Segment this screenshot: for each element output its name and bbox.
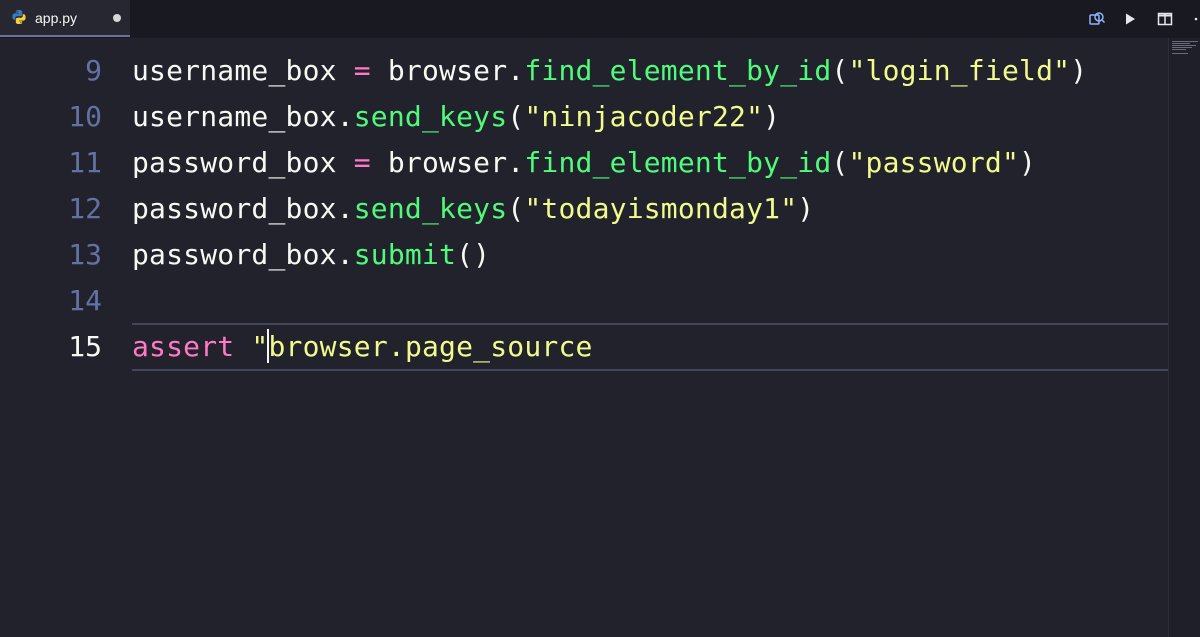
code-token: " bbox=[234, 330, 269, 363]
compare-icon[interactable] bbox=[1087, 9, 1107, 29]
line-number: 14 bbox=[68, 284, 102, 317]
code-token: () bbox=[456, 238, 491, 271]
minimap-line bbox=[1172, 49, 1186, 50]
code-token: submit bbox=[353, 238, 457, 271]
code-token: ) bbox=[1019, 146, 1037, 179]
code-token: "todayismonday1" bbox=[524, 192, 798, 225]
python-icon bbox=[11, 9, 27, 25]
code-line[interactable]: 15 assert "browser.page_source bbox=[0, 324, 1168, 370]
code-token: "ninjacoder22" bbox=[524, 100, 764, 133]
minimap-line bbox=[1172, 47, 1192, 48]
code-token: ( bbox=[507, 100, 525, 133]
tab-app-py[interactable]: app.py bbox=[0, 0, 130, 37]
line-number: 12 bbox=[68, 192, 102, 225]
code-text[interactable]: username_box.send_keys("ninjacoder22") bbox=[132, 94, 780, 140]
code-token: "password" bbox=[848, 146, 1020, 179]
split-editor-icon[interactable] bbox=[1155, 9, 1175, 29]
code-token: ( bbox=[831, 146, 849, 179]
line-number: 10 bbox=[68, 100, 102, 133]
line-number: 11 bbox=[68, 146, 102, 179]
line-number: 13 bbox=[68, 238, 102, 271]
code-line[interactable]: 13 password_box.submit() bbox=[0, 232, 1168, 278]
tab-bar: app.py bbox=[0, 0, 1200, 38]
code-token: send_keys bbox=[353, 192, 508, 225]
code-token: ( bbox=[831, 54, 849, 87]
code-token: browser.page_source bbox=[268, 330, 593, 363]
code-token: ) bbox=[1070, 54, 1088, 87]
code-line[interactable]: 12 password_box.send_keys("todayismonday1… bbox=[0, 186, 1168, 232]
code-token: browser. bbox=[370, 146, 525, 179]
code-editor[interactable]: 9 username_box = browser.find_element_by_… bbox=[0, 38, 1168, 637]
code-token: ) bbox=[797, 192, 815, 225]
code-text[interactable]: password_box = browser.find_element_by_i… bbox=[132, 140, 1036, 186]
code-line[interactable]: 9 username_box = browser.find_element_by_… bbox=[0, 48, 1168, 94]
code-token: browser. bbox=[370, 54, 525, 87]
code-token: password_box bbox=[132, 146, 354, 179]
code-token: username_box bbox=[132, 54, 354, 87]
code-token: password_box. bbox=[132, 192, 354, 225]
more-icon[interactable] bbox=[1188, 9, 1200, 29]
minimap-line bbox=[1172, 41, 1198, 42]
code-line[interactable]: 10 username_box.send_keys("ninjacoder22") bbox=[0, 94, 1168, 140]
line-number: 15 bbox=[68, 330, 102, 363]
code-token: send_keys bbox=[353, 100, 508, 133]
code-token: ) bbox=[763, 100, 781, 133]
unsaved-dot-icon[interactable] bbox=[113, 14, 121, 22]
code-text[interactable]: password_box.submit() bbox=[132, 232, 490, 278]
code-text[interactable]: password_box.send_keys("todayismonday1") bbox=[132, 186, 814, 232]
code-text[interactable]: username_box = browser.find_element_by_i… bbox=[132, 48, 1087, 94]
code-token: find_element_by_id bbox=[524, 146, 832, 179]
code-line[interactable]: 14 bbox=[0, 278, 1168, 324]
code-token: = bbox=[353, 146, 371, 179]
code-token: = bbox=[353, 54, 371, 87]
minimap-line bbox=[1172, 45, 1196, 46]
code-token: username_box. bbox=[132, 100, 354, 133]
code-line[interactable]: 11 password_box = browser.find_element_by… bbox=[0, 140, 1168, 186]
code-token: find_element_by_id bbox=[524, 54, 832, 87]
code-token: ( bbox=[507, 192, 525, 225]
tab-label: app.py bbox=[35, 10, 78, 26]
code-token: assert bbox=[132, 330, 235, 363]
minimap-line bbox=[1172, 43, 1190, 44]
code-token: "login_field" bbox=[848, 54, 1071, 87]
minimap[interactable] bbox=[1168, 38, 1200, 637]
line-number: 9 bbox=[85, 54, 102, 87]
code-token: password_box. bbox=[132, 238, 354, 271]
run-icon[interactable] bbox=[1120, 9, 1140, 29]
minimap-line bbox=[1172, 53, 1188, 54]
code-text[interactable]: assert "browser.page_source bbox=[132, 324, 593, 370]
